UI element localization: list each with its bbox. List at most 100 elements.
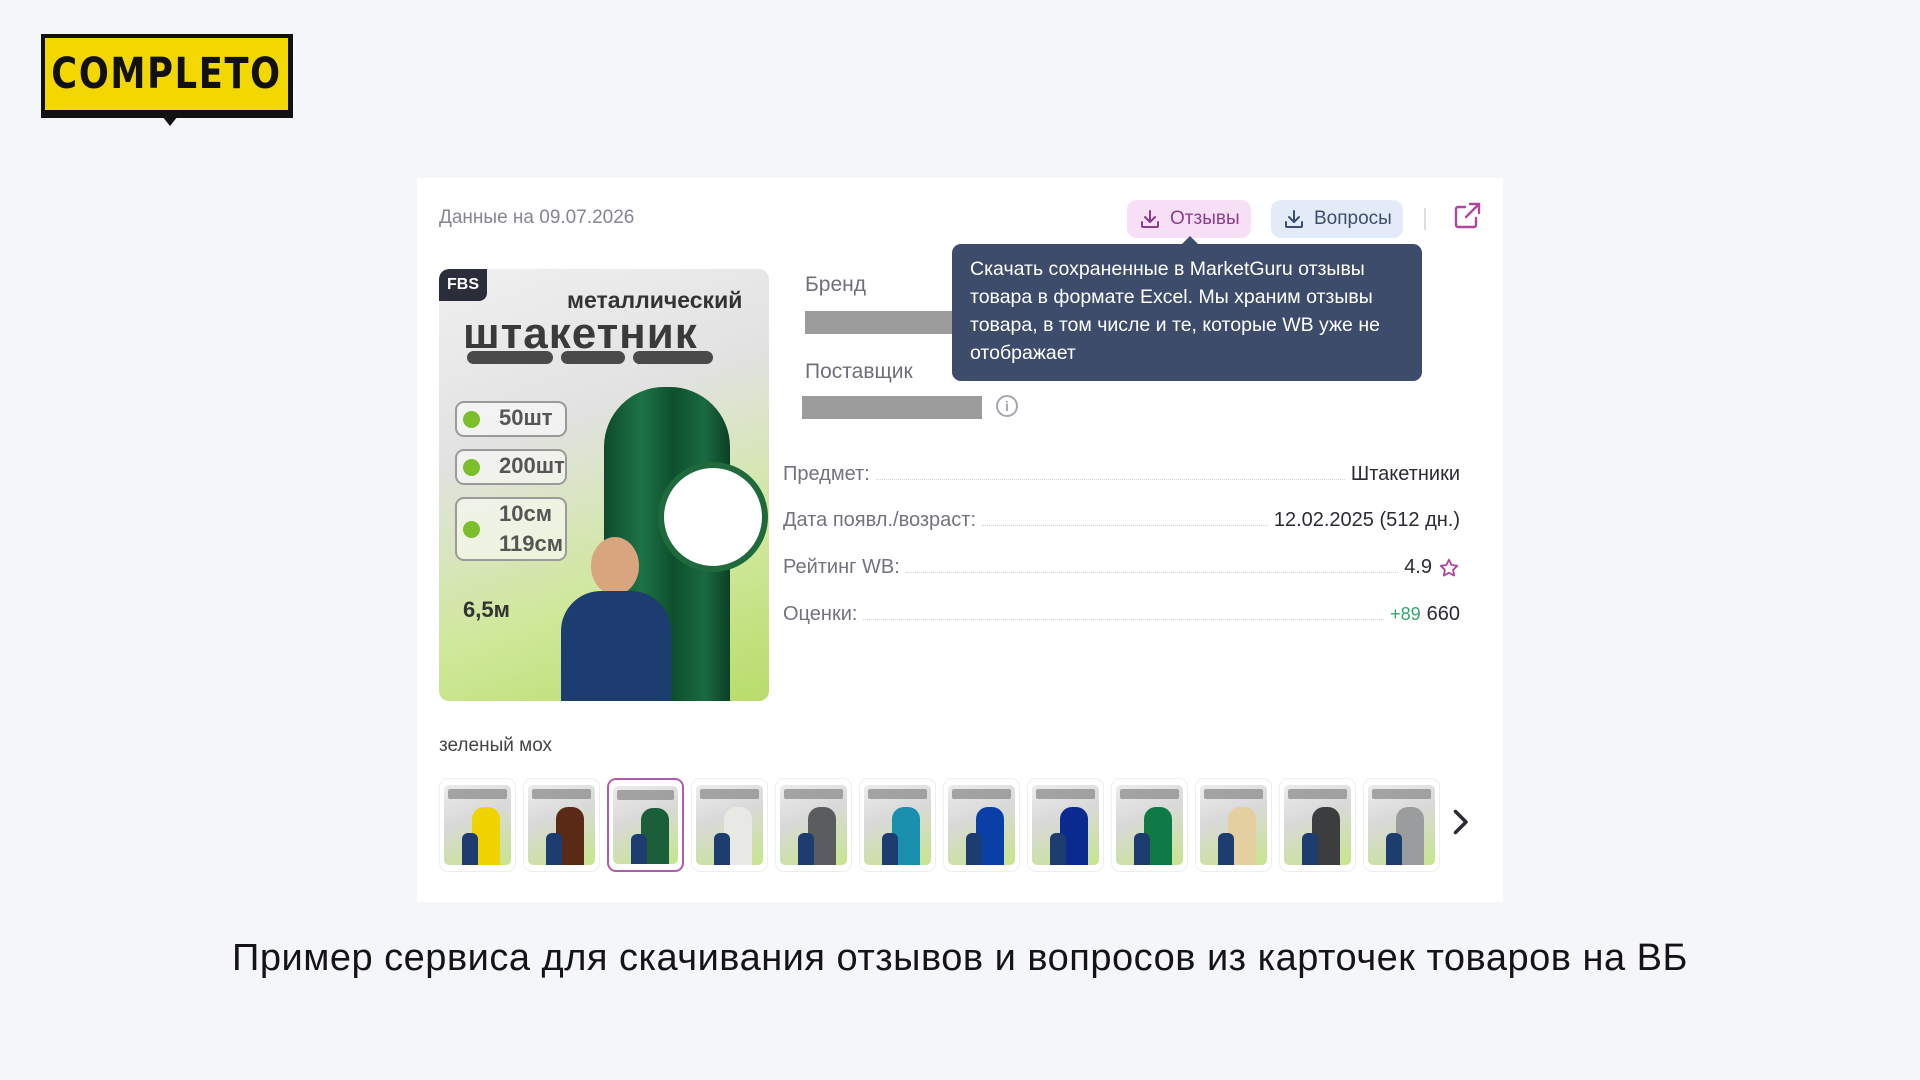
star-icon: [1439, 558, 1459, 576]
badge-text: 50шт: [499, 405, 553, 430]
color-variant-thumb[interactable]: [775, 778, 852, 872]
thumb-image: [1032, 785, 1099, 865]
logo-box: COMPLETO: [41, 34, 293, 118]
color-variant-thumb[interactable]: [691, 778, 768, 872]
detail-value: Штакетники: [1350, 463, 1460, 485]
detail-row-ratings-count: Оценки: +89 660: [783, 596, 1460, 626]
badge-text: 119см: [499, 531, 564, 556]
image-quantity-badge: 200шт: [455, 449, 567, 485]
thumb-title: [784, 789, 843, 799]
thumb-title: [1372, 789, 1431, 799]
thumb-title: [617, 790, 674, 800]
external-link-icon[interactable]: [1451, 200, 1483, 232]
ratings-delta: +89: [1390, 604, 1421, 624]
thumb-person: [1134, 833, 1150, 865]
thumb-title: [1288, 789, 1347, 799]
thumb-person: [1302, 833, 1318, 865]
image-pill: [467, 351, 553, 364]
thumb-person: [798, 833, 814, 865]
image-quantity-badge: 50шт: [455, 401, 567, 437]
badge-text: 200шт: [499, 453, 565, 478]
thumb-image: [1200, 785, 1267, 865]
dotted-leader: [875, 479, 1345, 480]
thumb-person: [1050, 833, 1066, 865]
thumb-person: [631, 834, 647, 864]
color-variant-thumb[interactable]: [943, 778, 1020, 872]
info-icon[interactable]: i: [996, 395, 1018, 417]
color-variant-thumb[interactable]: [1027, 778, 1104, 872]
color-variant-thumb[interactable]: [523, 778, 600, 872]
detail-key: Оценки:: [783, 603, 858, 625]
color-variant-thumb[interactable]: [859, 778, 936, 872]
color-variant-thumb[interactable]: [1363, 778, 1440, 872]
color-variant-thumb[interactable]: [607, 778, 684, 872]
thumb-image: [1116, 785, 1183, 865]
detail-key: Дата появл./возраст:: [783, 509, 977, 531]
thumb-image: [613, 786, 678, 864]
ratings-count: 660: [1426, 603, 1460, 625]
rating-value: 4.9: [1404, 556, 1432, 578]
person-head: [591, 537, 639, 595]
thumb-image: [864, 785, 931, 865]
image-size-badge: 10см 119см: [455, 497, 567, 561]
color-circle: [658, 462, 768, 572]
image-pill: [561, 351, 625, 364]
supplier-value-redacted: [802, 396, 982, 419]
product-image[interactable]: металлический штакетник 50шт 200шт 10см 1…: [439, 269, 769, 701]
thumb-person: [1386, 833, 1402, 865]
person-body: [561, 591, 671, 701]
thumb-image: [1368, 785, 1435, 865]
thumb-title: [448, 789, 507, 799]
detail-value: 4.9: [1404, 556, 1460, 579]
thumb-image: [444, 785, 511, 865]
detail-key: Рейтинг WB:: [783, 556, 900, 578]
download-reviews-tooltip: Скачать сохраненные в MarketGuru отзывы …: [952, 244, 1422, 381]
thumb-title: [1120, 789, 1179, 799]
color-variant-thumb[interactable]: [1111, 778, 1188, 872]
download-reviews-button[interactable]: Отзывы: [1127, 200, 1251, 238]
download-questions-label: Вопросы: [1314, 208, 1392, 229]
thumb-image: [696, 785, 763, 865]
download-questions-button[interactable]: Вопросы: [1271, 200, 1403, 238]
detail-value: +89 660: [1390, 603, 1460, 626]
color-variant-thumb[interactable]: [439, 778, 516, 872]
dotted-leader: [863, 619, 1385, 620]
download-reviews-label: Отзывы: [1170, 208, 1240, 229]
thumb-title: [1036, 789, 1095, 799]
thumb-person: [462, 833, 478, 865]
chevron-right-icon[interactable]: [1442, 804, 1478, 840]
supplier-label: Поставщик: [805, 360, 913, 383]
badge-text: 10см: [499, 501, 552, 526]
thumb-title: [532, 789, 591, 799]
badge-dot: [463, 459, 480, 476]
badge-dot: [463, 411, 480, 428]
detail-row-subject: Предмет: Штакетники: [783, 456, 1460, 486]
fbs-badge: FBS: [439, 269, 487, 301]
thumb-person: [882, 833, 898, 865]
color-variant-thumbnails: [439, 778, 1440, 872]
thumb-title: [700, 789, 759, 799]
thumb-person: [546, 833, 562, 865]
logo-text: COMPLETO: [51, 49, 282, 99]
thumb-image: [948, 785, 1015, 865]
thumb-image: [780, 785, 847, 865]
dotted-leader: [905, 572, 1399, 573]
thumb-title: [868, 789, 927, 799]
download-icon: [1141, 210, 1159, 228]
image-pill: [633, 351, 713, 364]
thumb-person: [966, 833, 982, 865]
detail-value: 12.02.2025 (512 дн.): [1273, 509, 1460, 531]
brand-label: Бренд: [805, 273, 866, 296]
download-icon: [1285, 210, 1303, 228]
thumb-person: [1218, 833, 1234, 865]
logo-tail: [162, 116, 178, 126]
tooltip-arrow: [1182, 236, 1198, 244]
detail-row-rating: Рейтинг WB: 4.9: [783, 549, 1460, 579]
product-card: Данные на 09.07.2026 Отзывы Вопросы мета…: [417, 178, 1503, 902]
color-variant-thumb[interactable]: [1279, 778, 1356, 872]
image-bottom-text: 6,5м: [463, 597, 510, 622]
color-variant-thumb[interactable]: [1195, 778, 1272, 872]
completo-logo: COMPLETO: [41, 34, 293, 126]
thumb-person: [714, 833, 730, 865]
color-name-label: зеленый мох: [439, 735, 553, 756]
